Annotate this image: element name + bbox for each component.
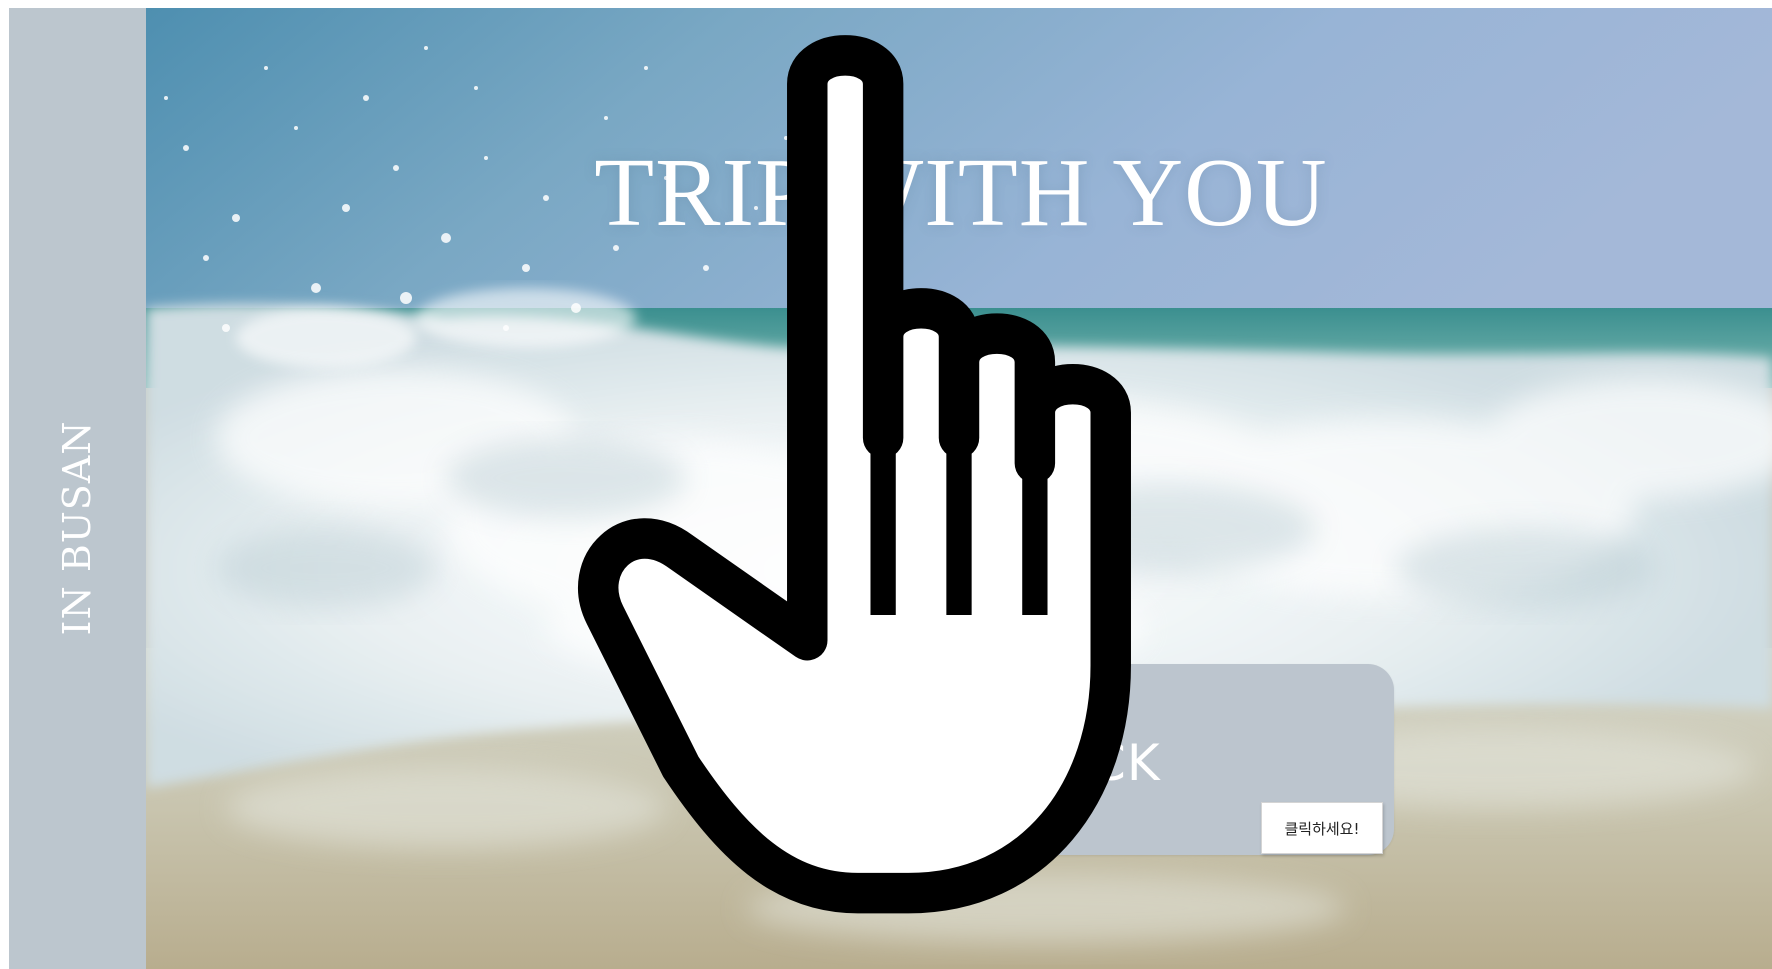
hero-section: TRIP WITH YOU CLICK 클릭하세요! xyxy=(146,8,1772,969)
side-bar: IN BUSAN xyxy=(9,8,146,969)
hand-pointer-icon xyxy=(578,35,1131,914)
click-tooltip: 클릭하세요! xyxy=(1261,802,1383,854)
page-frame: IN BUSAN TRIP WITH YOU 클릭하세요! xyxy=(9,8,1772,969)
side-bar-label: IN BUSAN xyxy=(55,420,99,636)
